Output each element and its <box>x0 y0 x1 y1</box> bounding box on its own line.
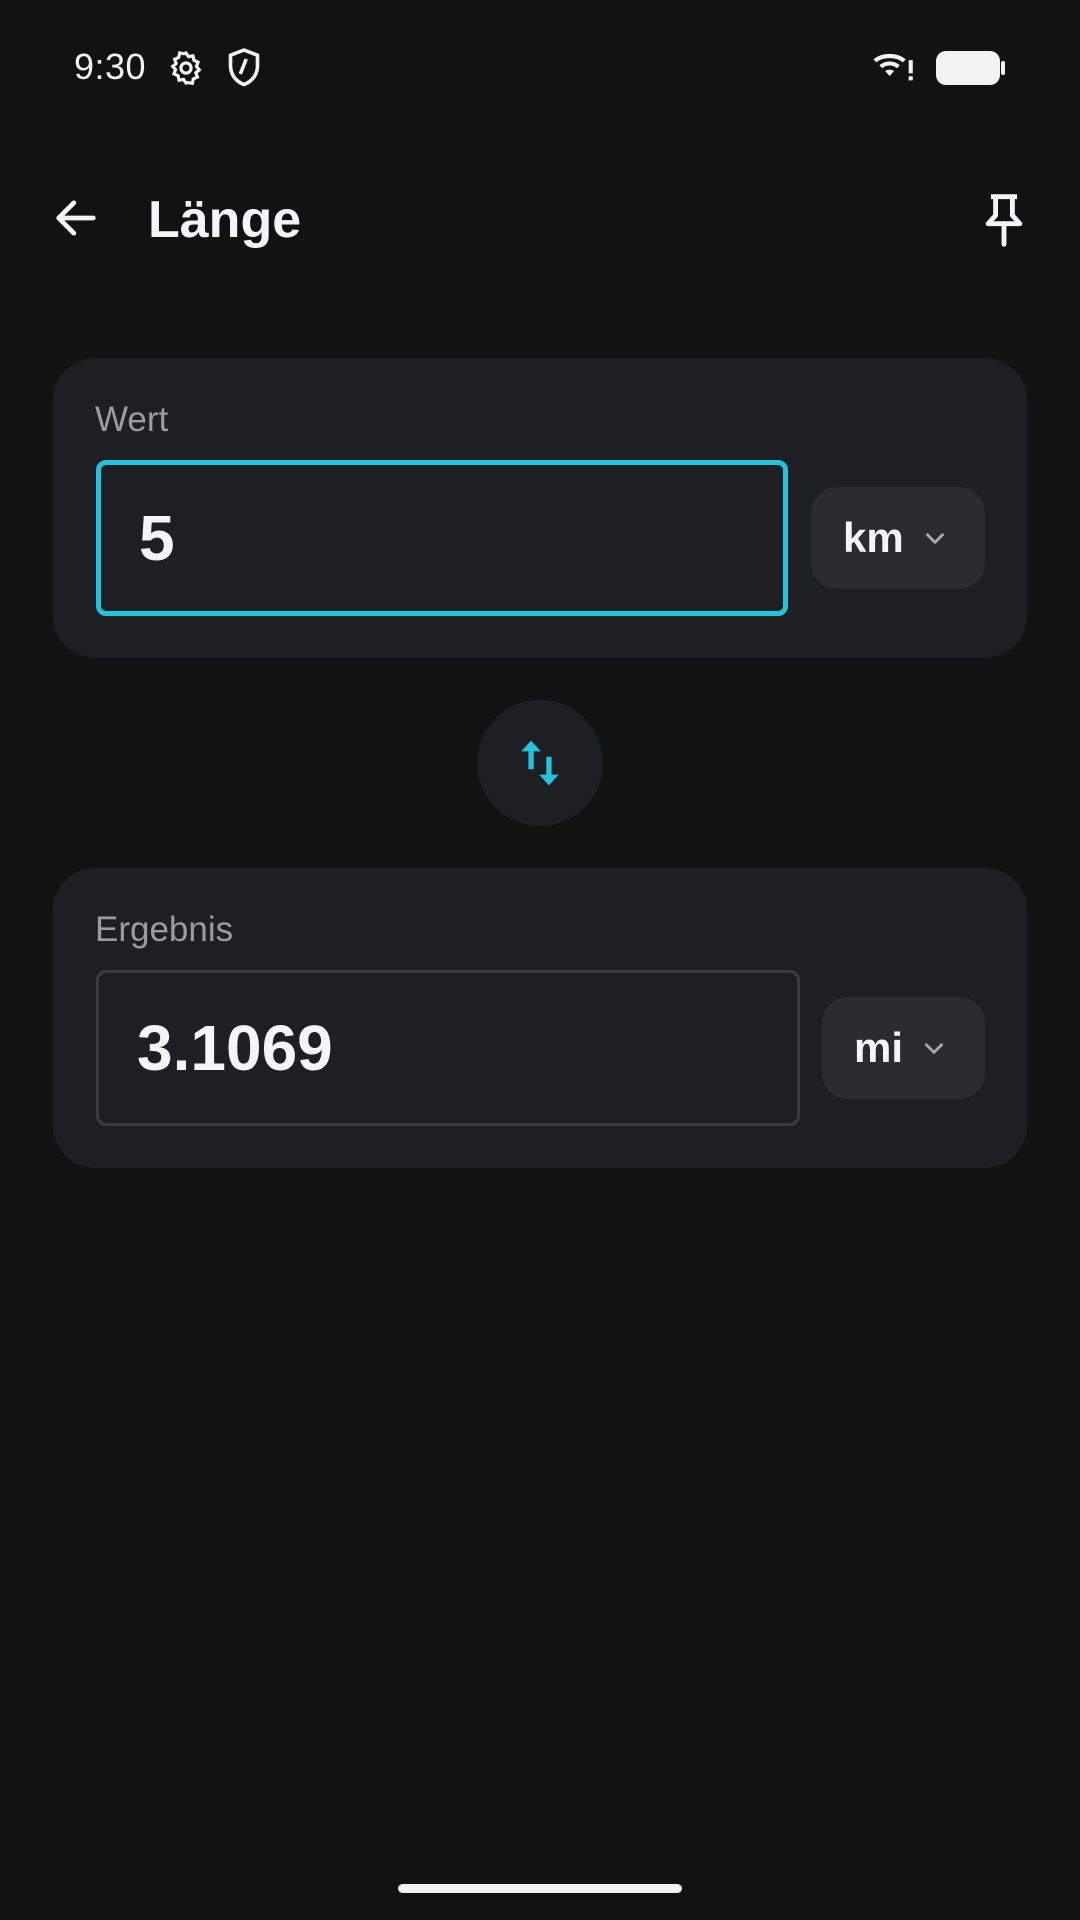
result-card: Ergebnis 3.1069 mi <box>53 868 1027 1168</box>
app-bar: Länge <box>0 170 1080 270</box>
value-card: Wert 5 km <box>53 358 1027 658</box>
value-input[interactable]: 5 <box>96 460 788 616</box>
shield-icon <box>226 47 262 94</box>
to-unit-label: mi <box>854 1024 904 1071</box>
swap-units-button[interactable] <box>477 700 603 826</box>
converter-screen: 9:30 Länge Wert 5 km Ergebnis 3.1069 mi <box>0 0 1080 1920</box>
home-indicator[interactable] <box>398 1884 682 1893</box>
pin-button[interactable] <box>964 180 1044 260</box>
back-button[interactable] <box>40 182 112 254</box>
result-label: Ergebnis <box>95 910 234 949</box>
result-value-text: 3.1069 <box>137 1012 333 1084</box>
value-input-text: 5 <box>139 502 175 574</box>
pin-icon <box>985 194 1023 247</box>
battery-icon <box>935 50 1007 91</box>
page-title: Länge <box>148 191 302 249</box>
arrow-left-icon <box>56 200 96 236</box>
from-unit-select[interactable]: km <box>811 487 985 589</box>
status-time: 9:30 <box>74 46 147 87</box>
swap-vertical-icon <box>521 740 559 786</box>
chevron-down-icon <box>921 1035 947 1061</box>
to-unit-select[interactable]: mi <box>822 997 985 1099</box>
gear-icon <box>167 49 205 92</box>
chevron-down-icon <box>922 525 948 551</box>
wifi-alert-icon <box>872 48 916 89</box>
from-unit-label: km <box>843 514 904 561</box>
result-output: 3.1069 <box>96 970 800 1126</box>
status-bar: 9:30 <box>0 0 1080 134</box>
value-label: Wert <box>95 400 169 439</box>
